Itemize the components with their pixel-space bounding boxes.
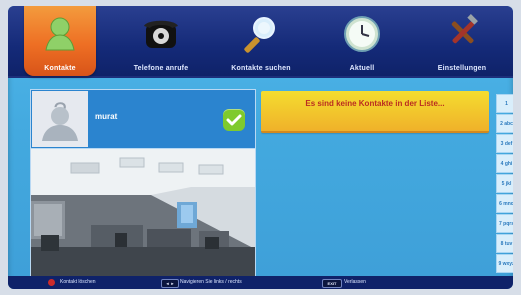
alphabet-key[interactable]: 2 abc bbox=[496, 114, 513, 133]
menu-phone-calls[interactable]: Telefone anrufe bbox=[111, 6, 211, 76]
alphabet-key[interactable]: 7 pqrs bbox=[496, 214, 513, 233]
screen: Kontakte Telefone anrufe Kontakte suchen… bbox=[8, 6, 513, 289]
alphabet-key[interactable]: 8 tuv bbox=[496, 234, 513, 253]
arrow-keys-label: Navigieren Sie links / rechts bbox=[180, 279, 242, 285]
tv-frame: Kontakte Telefone anrufe Kontakte suchen… bbox=[0, 0, 521, 295]
alphabet-key[interactable]: 1 bbox=[496, 94, 513, 113]
menu-label: Kontakte bbox=[44, 65, 76, 72]
menu-contacts[interactable]: Kontakte bbox=[24, 6, 96, 76]
alphabet-index: 1 2 abc 3 def 4 ghi 5 jkl 6 mno 7 pqrs 8… bbox=[496, 94, 513, 274]
menu-settings[interactable]: Einstellungen bbox=[412, 6, 512, 76]
camera-preview bbox=[30, 148, 256, 280]
arrow-keys-icon: ◄ ► bbox=[161, 279, 179, 288]
top-menu-bar: Kontakte Telefone anrufe Kontakte suchen… bbox=[8, 6, 513, 78]
menu-search-contacts[interactable]: Kontakte suchen bbox=[211, 6, 311, 76]
bottom-help-bar: Kontakt löschen ◄ ► Navigieren Sie links… bbox=[8, 276, 513, 289]
menu-label: Kontakte suchen bbox=[231, 65, 291, 72]
question-avatar-icon: ? bbox=[32, 91, 88, 147]
red-button-label: Kontakt löschen bbox=[60, 279, 96, 285]
menu-current[interactable]: Aktuell bbox=[312, 6, 412, 76]
red-button-icon bbox=[48, 279, 55, 286]
checkmark-icon bbox=[223, 109, 245, 131]
exit-label: Verlassen bbox=[344, 279, 366, 285]
contact-person-icon bbox=[38, 12, 82, 56]
menu-label: Aktuell bbox=[349, 65, 375, 72]
empty-contacts-text: Es sind keine Kontakte in der Liste... bbox=[305, 99, 445, 108]
alphabet-key[interactable]: 4 ghi bbox=[496, 154, 513, 173]
contact-name: murat bbox=[95, 112, 118, 121]
alphabet-key[interactable]: 6 mno bbox=[496, 194, 513, 213]
alphabet-key[interactable]: 9 wxyz bbox=[496, 254, 513, 273]
menu-label: Einstellungen bbox=[437, 65, 487, 72]
exit-key-icon: EXIT bbox=[322, 279, 342, 288]
empty-contacts-message: Es sind keine Kontakte in der Liste... bbox=[261, 91, 489, 133]
contact-card[interactable]: ? murat bbox=[30, 89, 256, 149]
tools-icon bbox=[440, 12, 484, 56]
alphabet-key[interactable]: 3 def bbox=[496, 134, 513, 153]
menu-label: Telefone anrufe bbox=[133, 65, 189, 72]
clock-icon bbox=[340, 12, 384, 56]
alphabet-key[interactable]: 5 jkl bbox=[496, 174, 513, 193]
magnifier-icon bbox=[239, 12, 283, 56]
rotary-phone-icon bbox=[139, 12, 183, 56]
